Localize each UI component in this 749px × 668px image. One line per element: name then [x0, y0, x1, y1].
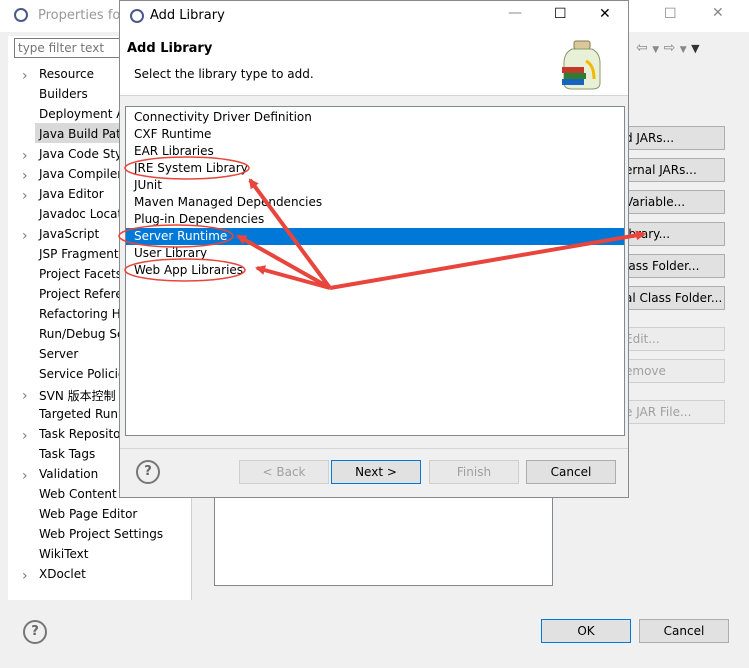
- library-jar-icon: [562, 40, 601, 90]
- tree-expand-icon[interactable]: ›: [22, 568, 28, 584]
- library-type-item[interactable]: Maven Managed Dependencies: [130, 194, 620, 211]
- eclipse-logo-icon: [130, 9, 144, 23]
- tree-item[interactable]: SVN 版本控制: [39, 387, 116, 404]
- tree-expand-icon[interactable]: ›: [22, 168, 28, 184]
- tree-expand-icon[interactable]: ›: [22, 428, 28, 444]
- close-icon[interactable]: ✕: [712, 5, 724, 21]
- cancel-button[interactable]: Cancel: [526, 460, 616, 484]
- tree-expand-icon[interactable]: ›: [22, 188, 28, 204]
- library-type-item[interactable]: JRE System Library: [130, 160, 620, 177]
- dialog-separator: [120, 448, 628, 449]
- back-nav-menu-icon[interactable]: ▼: [652, 45, 659, 55]
- tree-item[interactable]: Web Page Editor: [39, 507, 137, 521]
- maximize-icon[interactable]: ☐: [664, 6, 677, 22]
- tree-expand-icon[interactable]: ›: [22, 388, 28, 404]
- tree-item[interactable]: Validation: [39, 467, 98, 481]
- finish-button[interactable]: Finish: [429, 460, 519, 484]
- tree-item[interactable]: Javadoc Locat: [39, 207, 122, 221]
- close-icon[interactable]: ✕: [599, 6, 611, 22]
- tree-item[interactable]: Web Project Settings: [39, 527, 163, 541]
- tree-item[interactable]: Refactoring H: [39, 307, 121, 321]
- tree-item[interactable]: JavaScript: [39, 227, 99, 241]
- cancel-button[interactable]: Cancel: [639, 619, 729, 643]
- back-button[interactable]: < Back: [239, 460, 329, 484]
- dialog-title: Add Library: [150, 8, 225, 23]
- ok-button[interactable]: OK: [541, 619, 631, 643]
- library-type-item[interactable]: JUnit: [130, 177, 620, 194]
- tree-item[interactable]: Server: [39, 347, 78, 361]
- tree-expand-icon[interactable]: ›: [22, 228, 28, 244]
- tree-item[interactable]: Java Compiler: [39, 167, 122, 181]
- library-type-item[interactable]: Server Runtime: [126, 228, 624, 245]
- library-type-list: Connectivity Driver Definition CXF Runtim…: [125, 106, 625, 436]
- tree-item[interactable]: JSP Fragment: [39, 247, 119, 261]
- dialog-titlebar: Add Library — ☐ ✕: [120, 1, 628, 31]
- tree-item[interactable]: Task Tags: [39, 447, 95, 461]
- tree-item[interactable]: Project Refere: [39, 287, 123, 301]
- tree-item[interactable]: Task Reposito: [39, 427, 121, 441]
- tree-item[interactable]: Java Code Sty: [39, 147, 122, 161]
- forward-nav-icon[interactable]: ⇨: [664, 40, 676, 56]
- properties-window-title: Properties for: [38, 8, 126, 23]
- tree-item[interactable]: WikiText: [39, 547, 89, 561]
- view-menu-icon[interactable]: ▼: [691, 42, 699, 55]
- tree-item[interactable]: XDoclet: [39, 567, 86, 581]
- tree-expand-icon[interactable]: ›: [22, 468, 28, 484]
- help-icon[interactable]: ?: [136, 460, 160, 484]
- next-button[interactable]: Next >: [331, 460, 421, 484]
- tree-item[interactable]: Project Facets: [39, 267, 122, 281]
- back-nav-icon[interactable]: ⇦: [636, 40, 648, 56]
- library-type-item[interactable]: CXF Runtime: [130, 126, 620, 143]
- tree-item[interactable]: Java Editor: [39, 187, 104, 201]
- tree-item[interactable]: Web Content: [39, 487, 117, 501]
- tree-item[interactable]: Service Policie: [39, 367, 125, 381]
- tree-expand-icon[interactable]: ›: [22, 68, 28, 84]
- tree-item[interactable]: Builders: [39, 87, 88, 101]
- add-library-dialog: Add Library — ☐ ✕ Add Library Select the…: [119, 0, 629, 498]
- library-type-item[interactable]: EAR Libraries: [130, 143, 620, 160]
- library-type-item[interactable]: User Library: [130, 245, 620, 262]
- eclipse-logo-icon: [14, 8, 28, 22]
- library-type-item[interactable]: Plug-in Dependencies: [130, 211, 620, 228]
- library-type-item[interactable]: Web App Libraries: [130, 262, 620, 279]
- help-icon[interactable]: ?: [23, 620, 47, 644]
- library-type-item[interactable]: Connectivity Driver Definition: [130, 109, 620, 126]
- tree-item[interactable]: Java Build Pat: [39, 127, 121, 141]
- dialog-heading: Add Library: [127, 41, 213, 56]
- minimize-icon[interactable]: —: [508, 5, 522, 21]
- dialog-description: Select the library type to add.: [134, 67, 314, 81]
- tree-expand-icon[interactable]: ›: [22, 148, 28, 164]
- forward-nav-menu-icon[interactable]: ▼: [680, 45, 687, 55]
- nav-toolbar: ⇦ ▼ ⇨ ▼ ▼: [636, 40, 700, 56]
- tree-item[interactable]: Run/Debug Se: [39, 327, 124, 341]
- tree-item[interactable]: Resource: [39, 67, 94, 81]
- tree-item[interactable]: Deployment A: [39, 107, 124, 121]
- tree-item[interactable]: Targeted Run: [39, 407, 118, 421]
- maximize-icon[interactable]: ☐: [554, 6, 567, 22]
- dialog-header: Add Library Select the library type to a…: [120, 31, 628, 96]
